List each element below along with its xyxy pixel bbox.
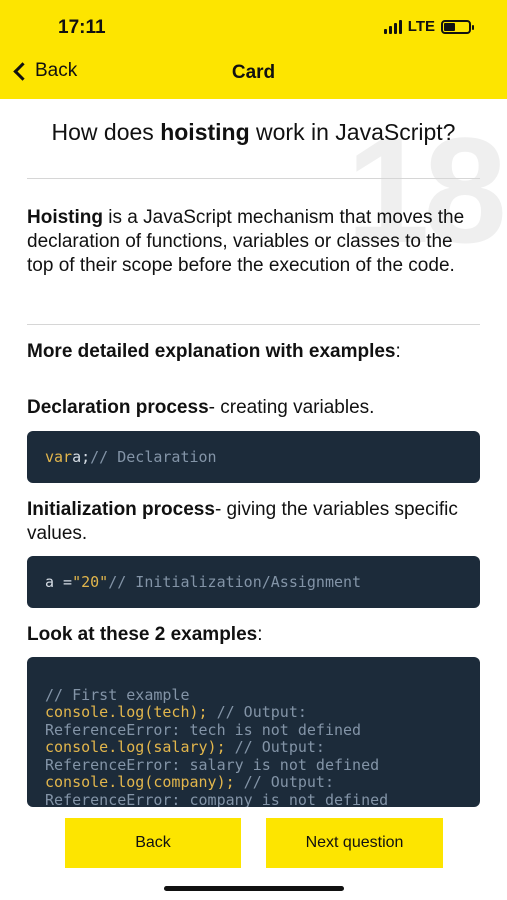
home-indicator xyxy=(164,886,344,891)
question-title: How does hoisting work in JavaScript? xyxy=(51,119,456,145)
initialization-paragraph: Initialization process- giving the varia… xyxy=(27,499,458,544)
status-indicators: LTE xyxy=(383,18,474,35)
network-label: LTE xyxy=(407,18,435,35)
declaration-code-block: var a; // Declaration xyxy=(27,431,480,483)
battery-icon xyxy=(441,19,474,34)
examples-heading: Look at these 2 examples: xyxy=(27,624,263,645)
back-button[interactable]: Back xyxy=(65,818,241,868)
examples-code-block: // First example console.log(tech); // O… xyxy=(27,657,480,807)
next-question-button[interactable]: Next question xyxy=(266,818,443,868)
initialization-code-block: a = "20" // Initialization/Assignment xyxy=(27,556,480,608)
definition-paragraph: Hoisting is a JavaScript mechanism that … xyxy=(27,207,465,276)
question-keyword: hoisting xyxy=(160,119,250,145)
detail-heading: More detailed explanation with examples: xyxy=(27,341,401,362)
status-time: 17:11 xyxy=(58,17,106,38)
divider xyxy=(27,324,480,325)
header: 17:11 LTE Back Card xyxy=(0,0,507,99)
declaration-paragraph: Declaration process- creating variables. xyxy=(27,397,375,418)
signal-icon xyxy=(383,19,402,34)
nav-title: Card xyxy=(231,62,276,83)
divider xyxy=(27,178,480,179)
